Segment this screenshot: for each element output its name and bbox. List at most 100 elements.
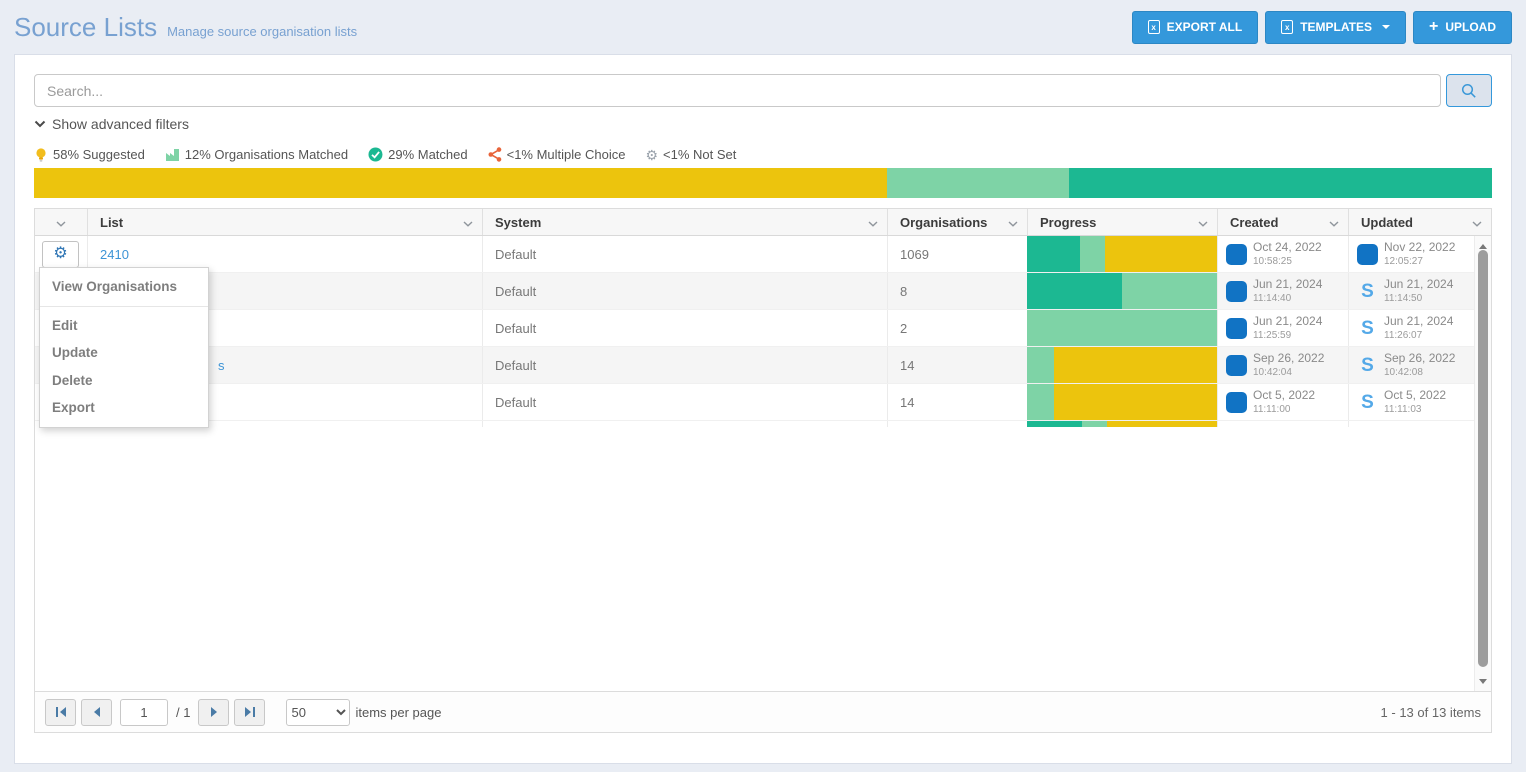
updated-datetime: Nov 22, 202212:05:27 xyxy=(1384,240,1455,269)
column-header-label: List xyxy=(100,215,123,230)
system-cell: Default xyxy=(482,236,887,272)
updated-date: Oct 5, 2022 xyxy=(1384,388,1446,404)
legend-item: <1% Multiple Choice xyxy=(488,147,626,162)
column-header-created[interactable]: Created xyxy=(1217,209,1348,235)
column-header-list[interactable]: List xyxy=(87,209,482,235)
factory-icon xyxy=(165,148,180,162)
column-header-label: Created xyxy=(1230,215,1278,230)
search-input[interactable] xyxy=(34,74,1441,107)
column-header-system[interactable]: System xyxy=(482,209,887,235)
previous-page-button[interactable] xyxy=(81,699,112,726)
progress-segment xyxy=(1027,273,1122,309)
system-cell xyxy=(482,421,887,427)
organisations-count: 14 xyxy=(900,358,914,373)
created-time: 11:11:00 xyxy=(1253,403,1315,416)
row-actions-context-menu: View Organisations EditUpdateDeleteExport xyxy=(39,267,209,428)
blue-square-icon xyxy=(1226,355,1247,376)
pager: / 1 50 items per page 1 - 13 of 13 items xyxy=(35,691,1491,732)
organisations-cell: 1069 xyxy=(887,236,1027,272)
context-menu-item[interactable]: Edit xyxy=(40,312,208,340)
context-menu-separator xyxy=(40,306,208,307)
created-cell: Sep 26, 202210:42:04 xyxy=(1217,347,1348,383)
page-title: Source Lists xyxy=(14,12,157,43)
context-menu-item[interactable]: View Organisations xyxy=(40,273,208,301)
organisations-count: 14 xyxy=(900,395,914,410)
progress-segment xyxy=(1080,236,1105,272)
show-advanced-filters-label: Show advanced filters xyxy=(52,116,189,132)
page-number-input[interactable] xyxy=(120,699,168,726)
list-link[interactable]: 2410 xyxy=(100,247,129,262)
organisations-count: 1069 xyxy=(900,247,929,262)
table-row: ⚙Default8Jun 21, 202411:14:40SJun 21, 20… xyxy=(35,273,1491,310)
page-titles: Source Lists Manage source organisation … xyxy=(14,12,357,43)
progress-segment xyxy=(1027,347,1054,383)
legend-item-label: 29% Matched xyxy=(388,147,468,162)
created-time: 10:58:25 xyxy=(1253,255,1322,268)
search-icon xyxy=(1460,82,1478,100)
show-advanced-filters-toggle[interactable]: Show advanced filters xyxy=(34,116,189,132)
templates-button[interactable]: x TEMPLATES xyxy=(1265,11,1406,44)
column-header-actions[interactable] xyxy=(35,209,87,235)
system-cell: Default xyxy=(482,384,887,420)
column-header-progress[interactable]: Progress xyxy=(1027,209,1217,235)
chevron-down-icon[interactable] xyxy=(463,215,473,230)
first-page-button[interactable] xyxy=(45,699,76,726)
chevron-down-icon[interactable] xyxy=(56,215,66,230)
organisations-cell xyxy=(887,421,1027,427)
column-header-organisations[interactable]: Organisations xyxy=(887,209,1027,235)
caret-down-icon xyxy=(1382,25,1390,29)
overall-progress-bar xyxy=(34,168,1492,198)
page-size-select[interactable]: 50 xyxy=(286,699,350,726)
progress-segment xyxy=(887,168,1069,198)
chevron-down-icon[interactable] xyxy=(1008,215,1018,230)
table-row: ⚙Default2Jun 21, 202411:25:59SJun 21, 20… xyxy=(35,310,1491,347)
page-subtitle: Manage source organisation lists xyxy=(167,24,357,39)
progress-segment xyxy=(1054,347,1217,383)
updated-date: Nov 22, 2022 xyxy=(1384,240,1455,256)
progress-segment xyxy=(34,168,887,198)
vertical-scrollbar[interactable] xyxy=(1474,236,1491,691)
context-menu-item[interactable]: Update xyxy=(40,339,208,367)
next-page-button[interactable] xyxy=(198,699,229,726)
progress-cell xyxy=(1027,384,1217,420)
blue-square-icon xyxy=(1226,281,1247,302)
context-menu-item[interactable]: Delete xyxy=(40,367,208,395)
table-row: ⚙sDefault14Sep 26, 202210:42:04SSep 26, … xyxy=(35,347,1491,384)
chevron-down-icon[interactable] xyxy=(1198,215,1208,230)
updated-time: 11:11:03 xyxy=(1384,403,1446,416)
search-button[interactable] xyxy=(1446,74,1492,107)
updated-cell: SJun 21, 202411:14:50 xyxy=(1348,273,1491,309)
progress-segment xyxy=(1027,236,1080,272)
created-date: Jun 21, 2024 xyxy=(1253,314,1322,330)
upload-button[interactable]: + UPLOAD xyxy=(1413,11,1512,44)
chevron-down-icon[interactable] xyxy=(1472,215,1482,230)
plus-icon: + xyxy=(1429,19,1438,35)
last-page-button[interactable] xyxy=(234,699,265,726)
created-datetime: Jun 21, 202411:25:59 xyxy=(1253,314,1322,343)
system-value: Default xyxy=(495,284,536,299)
templates-label: TEMPLATES xyxy=(1300,20,1372,34)
header-actions: x EXPORT ALL x TEMPLATES + UPLOAD xyxy=(1132,11,1512,44)
items-per-page-label: items per page xyxy=(355,705,441,720)
scrollbar-thumb[interactable] xyxy=(1478,250,1488,667)
updated-date: Jun 21, 2024 xyxy=(1384,277,1453,293)
chevron-down-icon[interactable] xyxy=(868,215,878,230)
blue-square-icon xyxy=(1226,318,1247,339)
system-value: Default xyxy=(495,321,536,336)
context-menu-item[interactable]: Export xyxy=(40,394,208,422)
blue-square-icon xyxy=(1357,244,1378,265)
sync-icon: S xyxy=(1357,393,1378,412)
row-actions-button[interactable]: ⚙ xyxy=(42,241,79,268)
progress-segment xyxy=(1027,421,1082,427)
column-header-updated[interactable]: Updated xyxy=(1348,209,1491,235)
export-all-button[interactable]: x EXPORT ALL xyxy=(1132,11,1259,44)
status-legend: 58% Suggested12% Organisations Matched29… xyxy=(34,146,1492,163)
updated-datetime: Jun 21, 202411:26:07 xyxy=(1384,314,1453,343)
share-icon xyxy=(488,147,502,162)
updated-cell: SSep 26, 202210:42:08 xyxy=(1348,347,1491,383)
chevron-down-icon[interactable] xyxy=(1329,215,1339,230)
system-value: Default xyxy=(495,358,536,373)
scroll-down-arrow-icon[interactable] xyxy=(1475,673,1491,689)
updated-cell: SJun 21, 202411:26:07 xyxy=(1348,310,1491,346)
organisations-cell: 14 xyxy=(887,384,1027,420)
